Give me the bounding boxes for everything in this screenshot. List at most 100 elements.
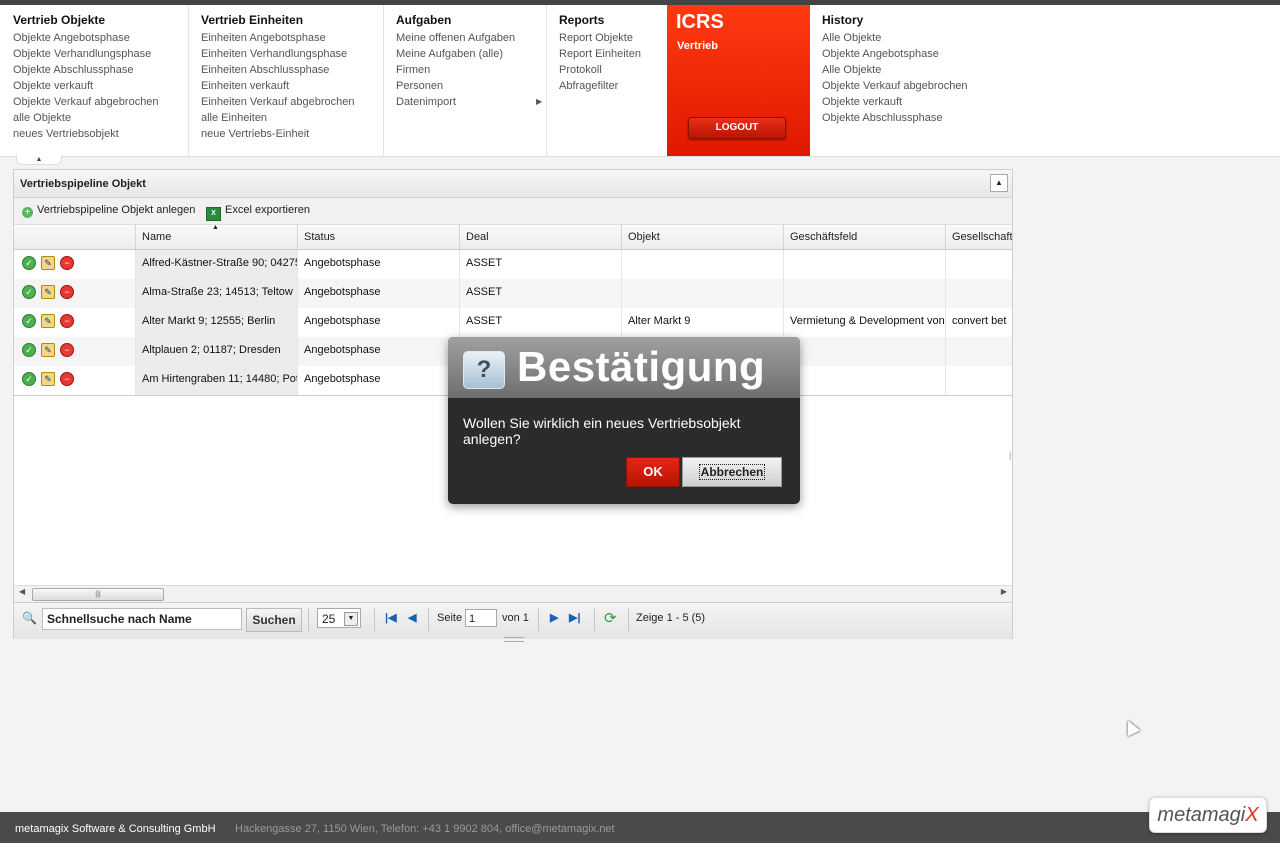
check-icon[interactable]: ✓ [22, 285, 36, 300]
excel-icon: X [206, 207, 221, 221]
prev-page-icon[interactable]: ◀ [408, 611, 416, 624]
nav-link[interactable]: Einheiten Verkauf abgebrochen [201, 94, 383, 110]
delete-icon[interactable]: − [60, 343, 74, 358]
page-size-select[interactable]: 25 ▼ [317, 608, 361, 628]
scroll-right-icon[interactable]: ▶ [1001, 587, 1007, 596]
page-number-input[interactable]: 1 [465, 609, 497, 627]
dialog-title: Bestätigung [517, 343, 766, 390]
first-page-icon[interactable]: |◀ [385, 611, 397, 624]
scrollbar-thumb[interactable]: ||| [32, 588, 164, 601]
history-link[interactable]: Objekte Verkauf abgebrochen [822, 78, 1009, 94]
cell-status: Angebotsphase [298, 250, 460, 279]
nav-link[interactable]: Abfragefilter [559, 78, 667, 94]
check-icon[interactable]: ✓ [22, 314, 36, 329]
last-page-icon[interactable]: ▶| [569, 611, 581, 624]
logout-button[interactable]: LOGOUT [688, 117, 786, 139]
nav-link-datenimport[interactable]: Datenimport ▶ [396, 94, 546, 110]
mouse-cursor-icon [1121, 717, 1141, 737]
nav-link[interactable]: Einheiten Abschlussphase [201, 62, 383, 78]
row-actions: ✓ ✎ − [14, 279, 136, 308]
delete-icon[interactable]: − [60, 314, 74, 329]
nav-link[interactable]: Objekte Angebotsphase [13, 30, 188, 46]
cell-status: Angebotsphase [298, 366, 460, 395]
column-header-status[interactable]: Status [298, 225, 460, 249]
table-row[interactable]: ✓ ✎ − Alter Markt 9; 12555; Berlin Angebot… [14, 308, 1012, 337]
quick-search-input[interactable] [42, 608, 242, 630]
check-icon[interactable]: ✓ [22, 256, 36, 271]
nav-link[interactable]: Objekte verkauft [13, 78, 188, 94]
history-link[interactable]: Objekte verkauft [822, 94, 1009, 110]
toolbar-separator [594, 608, 595, 632]
nav-link[interactable]: alle Einheiten [201, 110, 383, 126]
history-link[interactable]: Alle Objekte [822, 30, 1009, 46]
table-row[interactable]: ✓ ✎ − Alma-Straße 23; 14513; Teltow Angebo… [14, 279, 1012, 308]
nav-link[interactable]: Objekte Verhandlungsphase [13, 46, 188, 62]
excel-export-button[interactable]: X Excel exportieren [206, 204, 310, 221]
table-row[interactable]: ✓ ✎ − Alfred-Kästner-Straße 90; 04275 Ange… [14, 250, 1012, 279]
edit-icon[interactable]: ✎ [41, 285, 55, 300]
nav-link[interactable]: Report Einheiten [559, 46, 667, 62]
column-header-name[interactable]: Name ▲ [136, 225, 298, 249]
panel-title: Vertriebspipeline Objekt [20, 178, 146, 190]
column-header-deal[interactable]: Deal [460, 225, 622, 249]
edit-icon[interactable]: ✎ [41, 343, 55, 358]
nav-link[interactable]: Protokoll [559, 62, 667, 78]
delete-icon[interactable]: − [60, 285, 74, 300]
nav-link[interactable]: Einheiten Angebotsphase [201, 30, 383, 46]
toolbar-separator [428, 608, 429, 632]
panel-collapse-button[interactable]: ▲ [990, 174, 1008, 192]
scroll-left-icon[interactable]: ◀ [19, 587, 25, 596]
nav-link[interactable]: neues Vertriebsobjekt [13, 126, 188, 142]
nav-column-title: Vertrieb Objekte [13, 13, 106, 27]
nav-link[interactable]: Personen [396, 78, 546, 94]
delete-icon[interactable]: − [60, 372, 74, 387]
nav-link[interactable]: Report Objekte [559, 30, 667, 46]
cell-deal: ASSET [460, 279, 622, 308]
check-icon[interactable]: ✓ [22, 372, 36, 387]
nav-link[interactable]: neue Vertriebs-Einheit [201, 126, 383, 142]
nav-link[interactable]: alle Objekte [13, 110, 188, 126]
refresh-icon[interactable]: ⟳ [604, 609, 617, 627]
check-icon[interactable]: ✓ [22, 343, 36, 358]
cell-name: Altplauen 2; 01187; Dresden [136, 337, 298, 366]
edit-icon[interactable]: ✎ [41, 314, 55, 329]
nav-link[interactable]: Einheiten Verhandlungsphase [201, 46, 383, 62]
nav-link[interactable]: Meine offenen Aufgaben [396, 30, 546, 46]
footer: metamagix Software & Consulting GmbH Hac… [0, 812, 1280, 843]
nav-collapse-toggle[interactable]: ▲ [16, 155, 62, 165]
search-button[interactable]: Suchen [246, 608, 302, 632]
footer-address: Hackengasse 27, 1150 Wien, Telefon: +43 … [235, 823, 615, 835]
nav-link[interactable]: Firmen [396, 62, 546, 78]
nav-link[interactable]: Objekte Abschlussphase [13, 62, 188, 78]
history-link[interactable]: Objekte Abschlussphase [822, 110, 1009, 126]
nav-link[interactable]: Meine Aufgaben (alle) [396, 46, 546, 62]
row-actions: ✓ ✎ − [14, 308, 136, 337]
main-navigation: Vertrieb Objekte Objekte Angebotsphase O… [0, 5, 1280, 157]
cell-gesellschaft [946, 250, 1012, 279]
delete-icon[interactable]: − [60, 256, 74, 271]
cell-gesellschaft: convert bet [946, 308, 1012, 337]
add-pipeline-object-button[interactable]: + Vertriebspipeline Objekt anlegen [22, 204, 195, 218]
nav-link[interactable]: Objekte Verkauf abgebrochen [13, 94, 188, 110]
edit-icon[interactable]: ✎ [41, 372, 55, 387]
nav-link[interactable]: Einheiten verkauft [201, 78, 383, 94]
cell-geschaeftsfeld [784, 366, 946, 395]
horizontal-scrollbar[interactable]: ◀ ||| ▶ [14, 585, 1012, 602]
column-resize-grip[interactable]: ||| [1009, 450, 1012, 460]
column-header-objekt[interactable]: Objekt [622, 225, 784, 249]
edit-icon[interactable]: ✎ [41, 256, 55, 271]
panel-resize-handle[interactable] [504, 637, 524, 642]
panel-toolbar: + Vertriebspipeline Objekt anlegen X Excel… [14, 198, 1012, 225]
history-link[interactable]: Alle Objekte [822, 62, 1009, 78]
column-header-gesellschaft[interactable]: Gesellschaft [946, 225, 1012, 249]
metamagix-logo[interactable]: metamagiX [1149, 797, 1267, 833]
cell-gesellschaft [946, 279, 1012, 308]
ok-button[interactable]: OK [626, 457, 680, 487]
cancel-button[interactable]: Abbrechen [682, 457, 782, 487]
cell-name: Alma-Straße 23; 14513; Teltow [136, 279, 298, 308]
toolbar-separator [628, 608, 629, 632]
history-link[interactable]: Objekte Angebotsphase [822, 46, 1009, 62]
column-header-geschaeftsfeld[interactable]: Geschäftsfeld [784, 225, 946, 249]
page-label: Seite [437, 612, 463, 624]
next-page-icon[interactable]: ▶ [550, 611, 558, 624]
